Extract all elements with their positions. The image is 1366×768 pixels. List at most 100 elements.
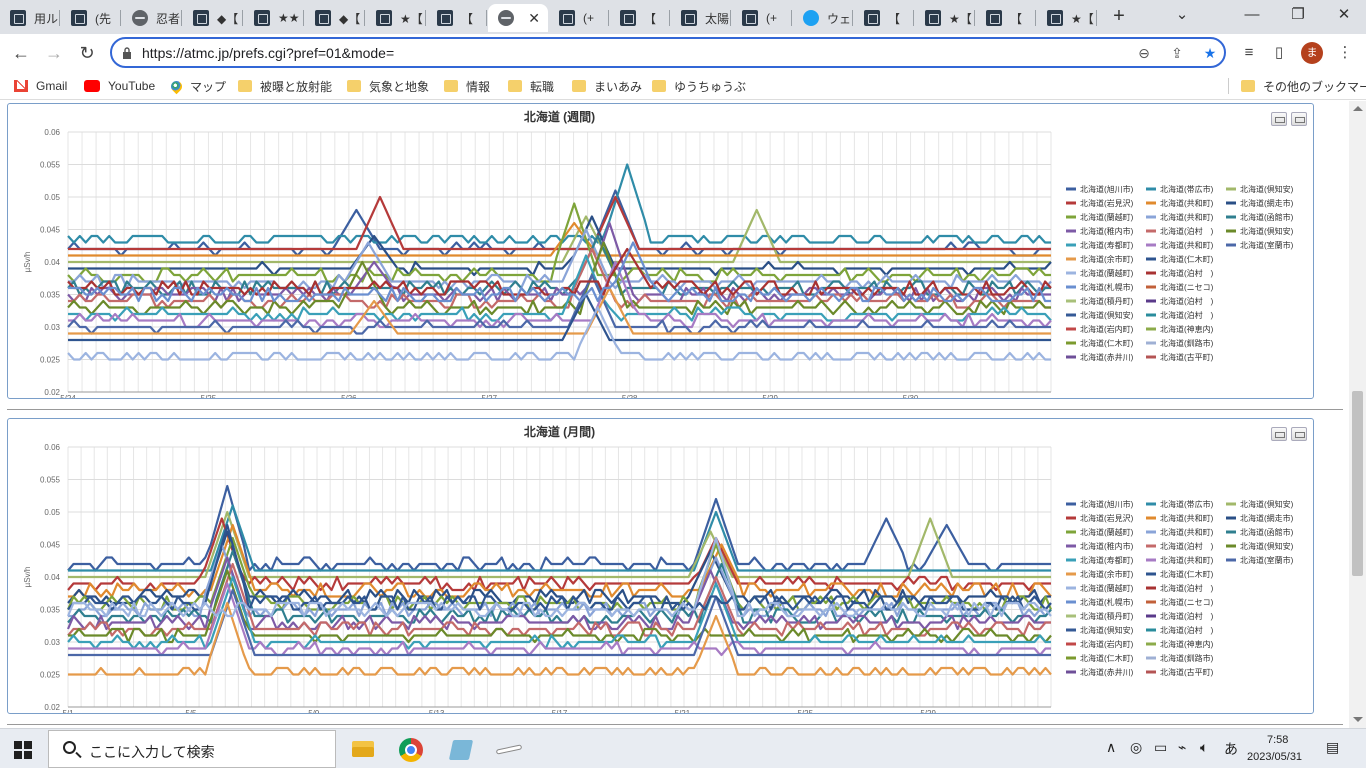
bookmark-item[interactable]: マップ xyxy=(168,77,226,95)
browser-tab[interactable]: ★★ xyxy=(244,4,304,32)
minimize-icon[interactable]: — xyxy=(1230,4,1274,28)
windows-start-icon[interactable] xyxy=(14,741,32,759)
y-tick-label: 0.035 xyxy=(40,606,61,615)
bookmark-label: 気象と地象 xyxy=(369,79,430,94)
bookmark-item[interactable]: 気象と地象 xyxy=(347,77,429,95)
scroll-up-icon[interactable] xyxy=(1353,106,1363,111)
volume-icon[interactable]: 🔈︎ xyxy=(1200,739,1208,756)
browser-tab[interactable]: 用ル xyxy=(0,4,60,32)
share-icon[interactable]: ⇪ xyxy=(1167,43,1187,63)
notes-app-icon[interactable] xyxy=(446,735,476,765)
download-icon[interactable] xyxy=(1291,112,1307,126)
browser-tab[interactable]: ✕ xyxy=(488,4,548,32)
print-icon[interactable] xyxy=(1271,112,1287,126)
tab-title: 太陽 xyxy=(705,11,730,26)
tab-title: 忍者 xyxy=(156,11,181,26)
browser-tab[interactable]: ウェ xyxy=(793,4,853,32)
y-tick-label: 0.06 xyxy=(44,128,60,137)
meet-now-icon[interactable]: ◎ xyxy=(1130,739,1142,756)
chrome-icon[interactable] xyxy=(396,735,426,765)
browser-tab[interactable]: ◆【 xyxy=(305,4,365,32)
legend-entry: 北海道(岩内町) xyxy=(1080,639,1134,649)
y-tick-label: 0.03 xyxy=(44,638,60,647)
bookmark-item[interactable]: ゆうちゅうぶ xyxy=(652,77,746,95)
browser-tab[interactable]: 忍者 xyxy=(122,4,182,32)
address-text[interactable]: https://atmc.jp/prefs.cgi?pref=01&mode= xyxy=(142,45,394,61)
bookmark-item[interactable]: まいあみ xyxy=(572,77,642,95)
legend-entry: 北海道(共和町) xyxy=(1160,198,1214,208)
tab-title: ★【 xyxy=(400,11,423,26)
bookmark-star-icon[interactable]: ★ xyxy=(1200,43,1220,63)
airplane-app-icon[interactable] xyxy=(494,735,524,765)
browser-tab[interactable]: ◆【 xyxy=(183,4,243,32)
bookmark-label: Gmail xyxy=(36,79,68,93)
x-tick-label: 5/25 xyxy=(201,394,217,398)
legend-entry: 北海道(倶知安) xyxy=(1240,184,1294,194)
bookmark-item[interactable]: 被曝と放射能 xyxy=(238,77,332,95)
browser-tab[interactable]: (先 xyxy=(61,4,121,32)
bookmark-item[interactable]: YouTube xyxy=(84,77,155,95)
browser-tab[interactable]: 【 xyxy=(854,4,914,32)
lock-icon xyxy=(123,47,131,59)
taskbar-search[interactable]: ここに入力して検索 xyxy=(48,730,336,768)
ime-indicator[interactable]: あ xyxy=(1224,739,1238,759)
maximize-icon[interactable]: ❐ xyxy=(1276,4,1320,28)
x-tick-label: 5/17 xyxy=(552,709,568,713)
bookmark-item[interactable]: 転職 xyxy=(508,77,554,95)
browser-tab[interactable]: ★【 xyxy=(915,4,975,32)
browser-tab[interactable]: ★【 xyxy=(1037,4,1097,32)
close-tab-icon[interactable]: ✕ xyxy=(528,10,540,27)
browser-tab[interactable]: (+ xyxy=(549,4,609,32)
clock-date[interactable]: 2023/05/31 xyxy=(1247,751,1302,763)
file-explorer-icon[interactable] xyxy=(348,735,378,765)
y-tick-label: 0.05 xyxy=(44,508,60,517)
battery-icon[interactable]: ▭ xyxy=(1154,739,1167,756)
bookmark-item[interactable]: Gmail xyxy=(14,77,67,95)
tab-title: (+ xyxy=(583,11,595,25)
network-icon[interactable]: ⌁ xyxy=(1178,739,1186,756)
browser-tab[interactable]: 【 xyxy=(610,4,670,32)
tab-title: ★【 xyxy=(949,11,972,26)
browser-tab[interactable]: ★【 xyxy=(366,4,426,32)
legend-entry: 北海道(泊村 ) xyxy=(1160,226,1214,236)
print-icon[interactable] xyxy=(1271,427,1287,441)
x-tick-label: 5/25 xyxy=(797,709,813,713)
other-bookmarks[interactable]: その他のブックマーク xyxy=(1241,77,1366,95)
forward-icon[interactable]: → xyxy=(41,40,67,66)
browser-tab[interactable]: (+ xyxy=(732,4,792,32)
browser-tab[interactable]: 太陽 xyxy=(671,4,731,32)
tab-title: ウェ xyxy=(827,11,852,26)
download-icon[interactable] xyxy=(1291,427,1307,441)
page-scrollbar[interactable] xyxy=(1349,101,1366,728)
legend-entry: 北海道(余市町) xyxy=(1080,569,1134,579)
legend-entry: 北海道(岩見沢) xyxy=(1080,513,1134,523)
tab-search-icon[interactable]: ⌄ xyxy=(1160,4,1204,28)
clock-time[interactable]: 7:58 xyxy=(1267,734,1288,746)
new-tab-button[interactable]: + xyxy=(1109,6,1129,28)
scroll-thumb[interactable] xyxy=(1352,391,1363,576)
legend-entry: 北海道(室蘭市) xyxy=(1240,555,1294,565)
x-tick-label: 5/30 xyxy=(903,394,919,398)
legend-entry: 北海道(古平町) xyxy=(1160,352,1214,362)
zoom-icon[interactable]: ⊖ xyxy=(1134,43,1154,63)
bookmark-item[interactable]: 情報 xyxy=(444,77,490,95)
back-icon[interactable]: ← xyxy=(8,40,34,66)
browser-tab[interactable]: 【 xyxy=(427,4,487,32)
browser-tab[interactable]: 【 xyxy=(976,4,1036,32)
tray-chevron-icon[interactable]: ∧ xyxy=(1106,739,1116,756)
y-tick-label: 0.04 xyxy=(44,573,60,582)
address-bar[interactable]: https://atmc.jp/prefs.cgi?pref=01&mode= … xyxy=(110,37,1226,68)
side-panel-icon[interactable]: ▯ xyxy=(1268,42,1290,64)
scroll-down-icon[interactable] xyxy=(1353,717,1363,722)
legend-entry: 北海道(函館市) xyxy=(1240,527,1294,537)
legend-entry: 北海道(旭川市) xyxy=(1080,499,1134,509)
tab-title: 【 xyxy=(461,11,474,26)
close-window-icon[interactable]: ✕ xyxy=(1322,4,1366,28)
legend-entry: 北海道(泊村 ) xyxy=(1160,541,1214,551)
other-bookmarks-label: その他のブックマーク xyxy=(1263,79,1366,94)
menu-icon[interactable]: ⋮ xyxy=(1334,42,1356,64)
reading-list-icon[interactable]: ≡ xyxy=(1238,42,1260,64)
reload-icon[interactable]: ↻ xyxy=(74,40,100,66)
notification-icon[interactable]: ▤ xyxy=(1326,739,1339,756)
avatar[interactable]: ま xyxy=(1301,42,1323,64)
